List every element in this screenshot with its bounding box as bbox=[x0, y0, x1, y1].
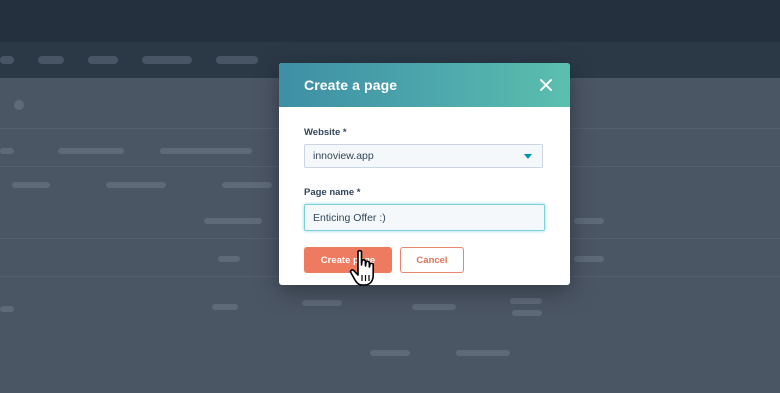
blur-text bbox=[218, 256, 240, 262]
hand-pointer-icon bbox=[349, 249, 374, 286]
blur-text bbox=[510, 298, 542, 304]
create-page-dialog: Create a page Website * innoview.app Pag… bbox=[279, 63, 570, 285]
blur-text bbox=[160, 148, 252, 154]
blur-text bbox=[12, 182, 50, 188]
nav-blur-item bbox=[38, 56, 64, 64]
close-icon[interactable] bbox=[538, 77, 554, 93]
blur-text bbox=[412, 304, 456, 310]
app-top-bar bbox=[0, 0, 780, 42]
cancel-button[interactable]: Cancel bbox=[400, 247, 464, 273]
nav-blur-item bbox=[142, 56, 192, 64]
blur-text bbox=[574, 256, 604, 262]
page-name-label: Page name * bbox=[304, 187, 361, 198]
dialog-actions: Create page Cancel bbox=[304, 247, 545, 273]
blur-text bbox=[0, 148, 14, 154]
website-select[interactable]: innoview.app bbox=[304, 144, 543, 168]
dialog-title: Create a page bbox=[304, 77, 398, 93]
website-selected-value: innoview.app bbox=[313, 150, 374, 162]
blur-text bbox=[302, 300, 342, 306]
nav-blur-item bbox=[216, 56, 258, 64]
dialog-body: Website * innoview.app Page name * Creat… bbox=[279, 107, 570, 273]
nav-blur-item bbox=[88, 56, 118, 64]
blur-text bbox=[204, 218, 262, 224]
page-name-input[interactable] bbox=[304, 204, 545, 231]
blur-text bbox=[58, 148, 124, 154]
blur-text bbox=[222, 182, 272, 188]
blur-text bbox=[212, 304, 238, 310]
pagination-blur bbox=[456, 350, 510, 356]
blur-text bbox=[0, 306, 14, 312]
dialog-header: Create a page bbox=[279, 63, 570, 107]
website-label: Website * bbox=[304, 127, 347, 138]
blur-text bbox=[106, 182, 166, 188]
search-icon bbox=[14, 100, 24, 110]
nav-blur-item bbox=[0, 56, 14, 64]
pagination-blur bbox=[370, 350, 410, 356]
blur-text bbox=[574, 218, 604, 224]
chevron-down-icon bbox=[524, 153, 532, 159]
blur-text bbox=[512, 310, 542, 316]
